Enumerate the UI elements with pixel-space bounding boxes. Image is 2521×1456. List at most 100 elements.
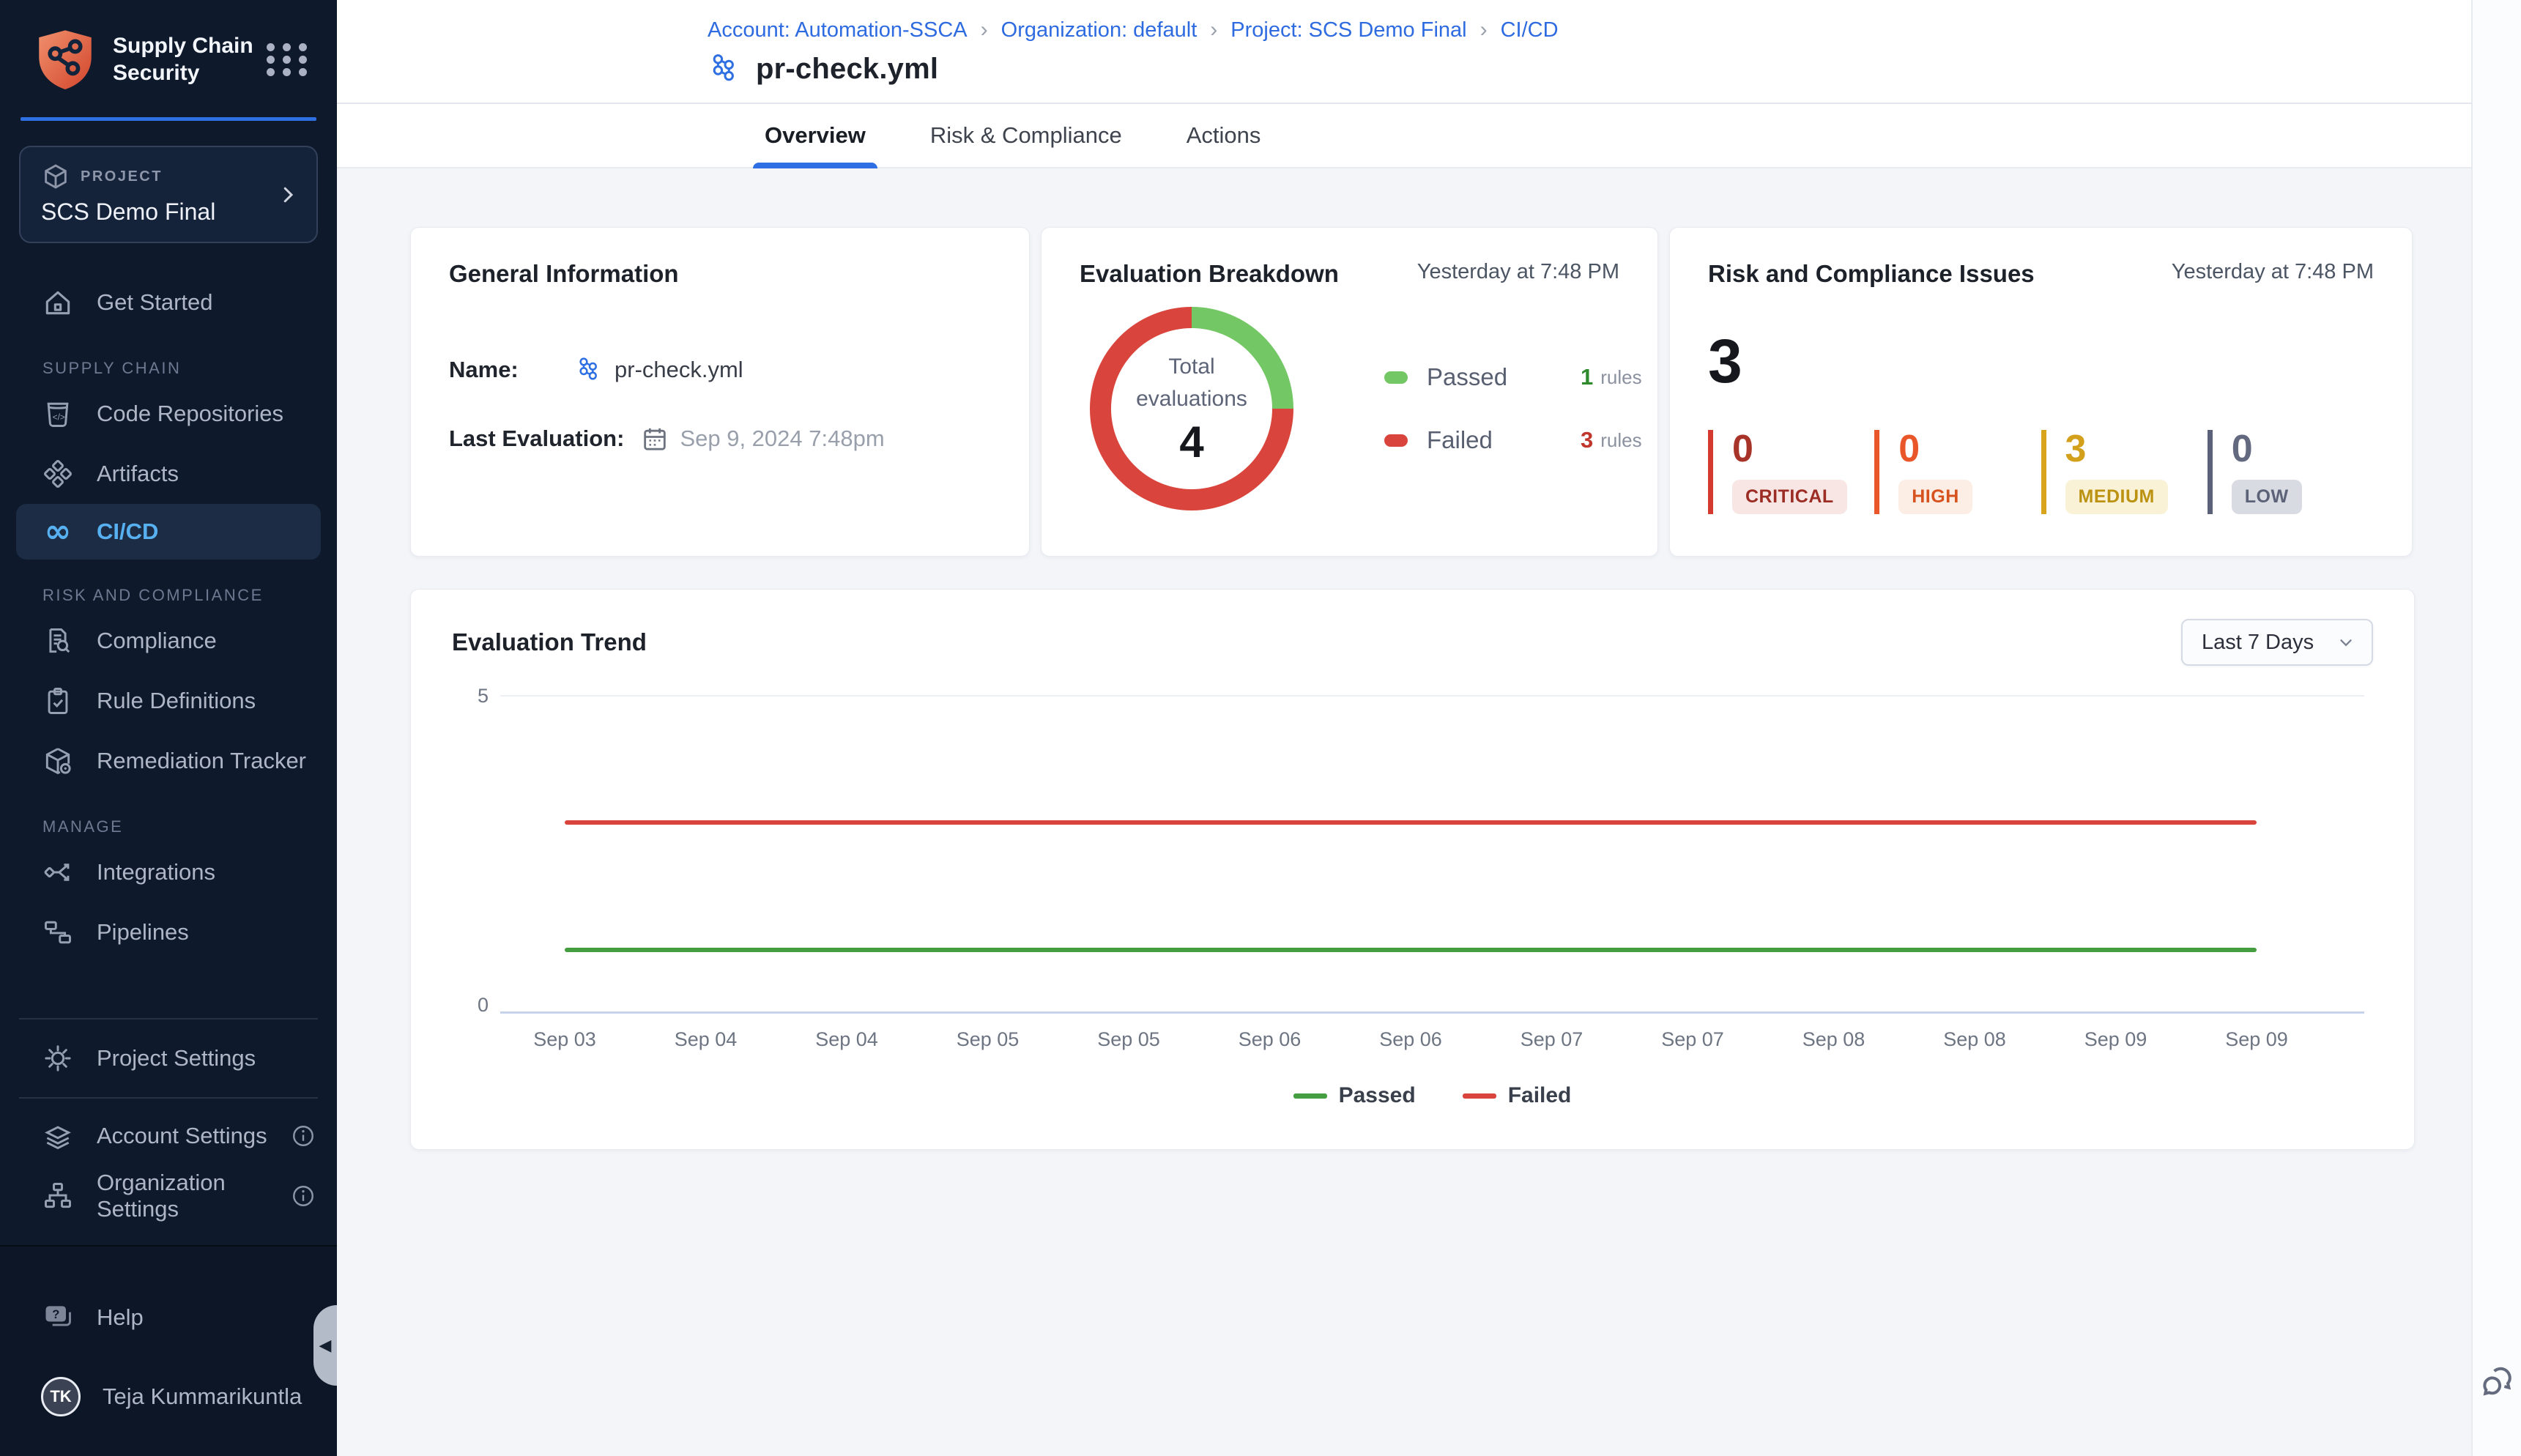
pipeline-icon <box>708 51 743 86</box>
sidebar-item-code-repositories[interactable]: </> Code Repositories <box>0 384 337 444</box>
brand: Supply Chain Security <box>0 0 337 113</box>
info-icon[interactable] <box>290 1123 316 1149</box>
breadcrumb-separator: › <box>981 18 988 42</box>
low-badge: LOW <box>2232 480 2302 514</box>
sidebar-item-label: CI/CD <box>97 519 158 545</box>
sidebar-nav: Get Started SUPPLY CHAIN </> Code Reposi… <box>0 272 337 962</box>
calendar-icon <box>640 424 669 453</box>
sidebar-item-label: Integrations <box>97 859 215 885</box>
breadcrumb-cicd-link[interactable]: CI/CD <box>1501 18 1559 42</box>
sidebar-item-remediation-tracker[interactable]: Remediation Tracker <box>0 731 337 791</box>
svg-text:</>: </> <box>53 412 65 422</box>
severity-item-critical: 0 CRITICAL <box>1708 430 1874 514</box>
general-information-card: General Information Name: pr-check.yml L… <box>410 227 1030 557</box>
card-title: Risk and Compliance Issues <box>1708 260 2035 288</box>
sidebar-item-account-settings[interactable]: Account Settings <box>0 1106 337 1166</box>
nav-section-risk-compliance: RISK AND COMPLIANCE <box>42 586 337 605</box>
severity-item-medium: 3 MEDIUM <box>2041 430 2208 514</box>
critical-count: 0 <box>1732 430 1753 468</box>
user-menu[interactable]: TK Teja Kummarikuntla <box>0 1367 337 1427</box>
integrations-icon <box>41 855 75 889</box>
breadcrumb-account-link[interactable]: Account: Automation-SSCA <box>708 18 968 42</box>
severity-item-high: 0 HIGH <box>1874 430 2041 514</box>
donut-legend: Passed 1 rules Failed 3 rules <box>1384 363 1642 454</box>
sidebar-item-label: Compliance <box>97 628 217 654</box>
sidebar-item-organization-settings[interactable]: Organization Settings <box>0 1166 337 1226</box>
sidebar-item-help[interactable]: ? Help <box>0 1288 337 1348</box>
sidebar-item-project-settings[interactable]: Project Settings <box>0 1028 337 1088</box>
sidebar-item-get-started[interactable]: Get Started <box>0 272 337 333</box>
project-label: PROJECT <box>81 168 163 185</box>
compliance-doc-search-icon <box>41 624 75 658</box>
legend-swatch-0 <box>1384 371 1408 384</box>
sidebar-bottom: ? Help TK Teja Kummarikuntla <box>0 1245 337 1456</box>
sidebar-item-artifacts[interactable]: Artifacts <box>0 444 337 504</box>
total-issues-value: 3 <box>1708 330 2374 392</box>
supply-chain-security-logo-icon <box>37 28 94 91</box>
help-chat-icon: ? <box>41 1301 75 1334</box>
date-range-value: Last 7 Days <box>2202 631 2314 655</box>
total-evaluations-value: 4 <box>1179 417 1203 467</box>
pipeline-name-value: pr-check.yml <box>615 357 743 383</box>
severity-item-low: 0 LOW <box>2208 430 2374 514</box>
cicd-infinity-icon: ∞ <box>41 515 75 549</box>
last-evaluation-value: Sep 9, 2024 7:48pm <box>680 426 884 452</box>
risk-timestamp: Yesterday at 7:48 PM <box>2172 260 2374 284</box>
sidebar-item-compliance[interactable]: Compliance <box>0 611 337 671</box>
artifacts-icon <box>41 457 75 491</box>
medium-badge: MEDIUM <box>2065 480 2168 514</box>
rule-definitions-clipboard-icon <box>41 684 75 718</box>
severity-row: 0 CRITICAL 0 HIGH 3 MEDIUM 0 LOW <box>1708 430 2374 514</box>
passed-series-line <box>565 948 2257 952</box>
home-icon <box>41 286 75 319</box>
svg-text:?: ? <box>52 1308 59 1321</box>
sidebar-divider <box>19 1097 318 1099</box>
code-repository-icon: </> <box>41 397 75 431</box>
nav-section-manage: MANAGE <box>42 817 337 836</box>
sidebar-item-label: Project Settings <box>97 1045 256 1071</box>
tab-actions[interactable]: Actions <box>1182 104 1266 167</box>
page-title: pr-check.yml <box>756 53 938 86</box>
sidebar-item-label: Help <box>97 1304 144 1331</box>
date-range-dropdown[interactable]: Last 7 Days <box>2181 619 2373 666</box>
sidebar-item-label: Code Repositories <box>97 401 283 427</box>
high-badge: HIGH <box>1898 480 1972 514</box>
sidebar-item-cicd[interactable]: ∞ CI/CD <box>16 504 321 560</box>
evaluation-breakdown-card: Evaluation Breakdown Yesterday at 7:48 P… <box>1041 227 1658 557</box>
right-rail <box>2471 0 2521 1456</box>
sidebar-item-pipelines[interactable]: Pipelines <box>0 902 337 962</box>
legend-row-failed: Failed 3 rules <box>1384 426 1642 454</box>
remediation-tracker-icon <box>41 744 75 778</box>
donut-center: Total evaluations 4 <box>1111 328 1272 489</box>
evaluation-donut-chart: Total evaluations 4 <box>1090 307 1293 510</box>
project-selector[interactable]: PROJECT SCS Demo Final <box>19 146 318 243</box>
sidebar-item-label: Rule Definitions <box>97 688 256 714</box>
sidebar-item-integrations[interactable]: Integrations <box>0 842 337 902</box>
chat-support-icon[interactable] <box>2477 1364 2517 1403</box>
nav-section-supply-chain: SUPPLY CHAIN <box>42 359 337 378</box>
cube-icon <box>41 162 70 191</box>
legend-count-0: 1 <box>1581 364 1593 390</box>
breadcrumb-separator: › <box>1480 18 1488 42</box>
brand-divider <box>21 117 316 121</box>
tab-overview[interactable]: Overview <box>760 104 870 167</box>
trend-legend-dash-0 <box>1293 1093 1327 1099</box>
y-tick-label: 0 <box>458 994 489 1017</box>
y-tick-label: 5 <box>458 685 489 707</box>
sidebar-item-rule-definitions[interactable]: Rule Definitions <box>0 671 337 731</box>
tab-risk-compliance[interactable]: Risk & Compliance <box>926 104 1126 167</box>
trend-legend-dash-1 <box>1463 1093 1496 1099</box>
organization-settings-icon <box>41 1179 75 1213</box>
module-switcher-icon[interactable] <box>267 37 311 81</box>
legend-count-1: 3 <box>1581 427 1593 453</box>
trend-legend-failed: Failed <box>1463 1083 1572 1108</box>
main-area: Account: Automation-SSCA › Organization:… <box>337 0 2471 1456</box>
sidebar-item-label: Remediation Tracker <box>97 748 306 774</box>
breadcrumb-organization-link[interactable]: Organization: default <box>1001 18 1198 42</box>
critical-badge: CRITICAL <box>1732 480 1847 514</box>
brand-title: Supply Chain Security <box>113 32 267 86</box>
breadcrumb-project-link[interactable]: Project: SCS Demo Final <box>1230 18 1466 42</box>
info-icon[interactable] <box>290 1183 316 1209</box>
sidebar-collapse-button[interactable]: ◀ <box>313 1305 337 1386</box>
x-axis-ticks: Sep 03Sep 04Sep 04Sep 05Sep 05Sep 06Sep … <box>565 1028 2257 1051</box>
